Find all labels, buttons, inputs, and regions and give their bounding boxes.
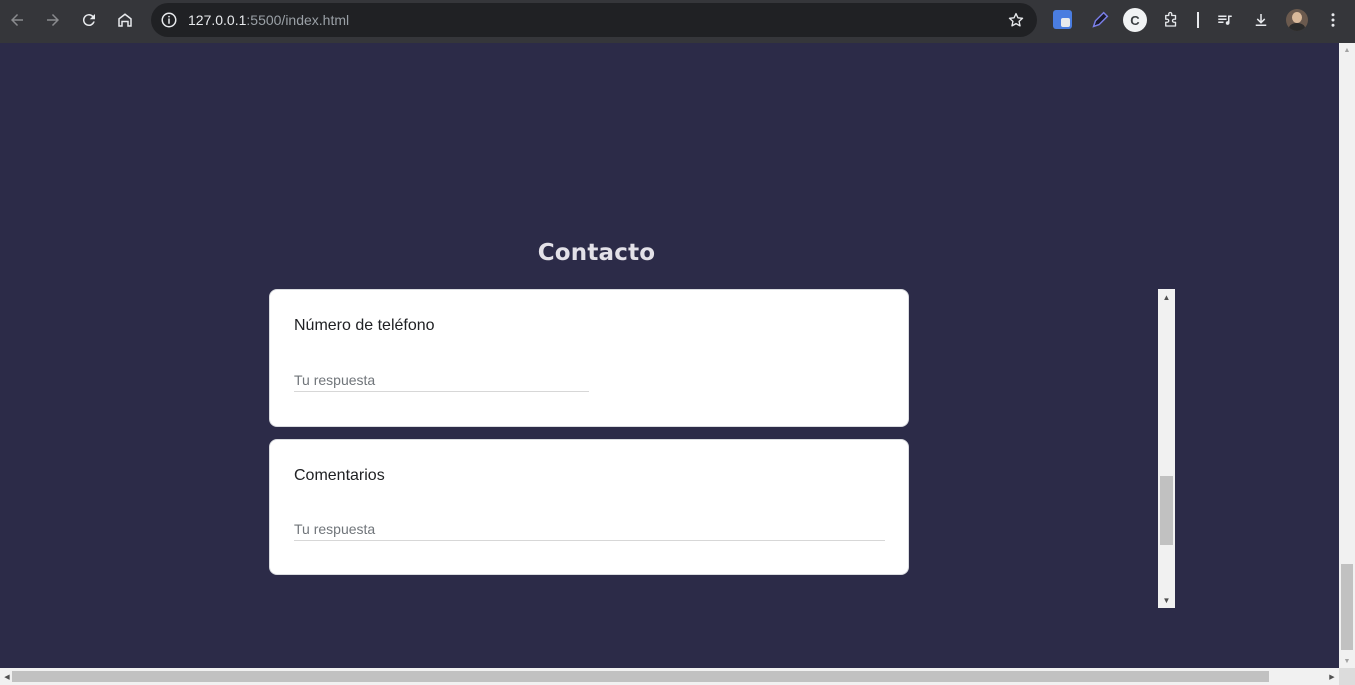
- page-horizontal-scrollbar[interactable]: ◀ ▶: [0, 668, 1339, 685]
- comments-input[interactable]: [294, 517, 885, 541]
- info-icon[interactable]: [160, 11, 178, 29]
- menu-button[interactable]: [1321, 8, 1345, 32]
- page-title: Contacto: [537, 240, 656, 266]
- scrollbar-thumb[interactable]: [1341, 564, 1353, 650]
- arrow-left-icon: [11, 14, 23, 26]
- pen-icon: [1092, 11, 1109, 28]
- star-icon[interactable]: [1007, 11, 1025, 29]
- url-text[interactable]: 127.0.0.1:5500/index.html: [188, 12, 349, 28]
- downloads-button[interactable]: [1249, 8, 1273, 32]
- form-scrollbar[interactable]: ▲ ▼: [1158, 289, 1175, 608]
- browser-toolbar: 127.0.0.1:5500/index.html C: [0, 0, 1355, 40]
- page-content: Contacto Número de teléfono Comentarios …: [0, 43, 1339, 668]
- scroll-down-icon[interactable]: ▼: [1158, 592, 1175, 608]
- playlist-icon: [1218, 15, 1232, 25]
- phone-input[interactable]: [294, 368, 589, 392]
- reload-button[interactable]: [77, 8, 101, 32]
- home-button[interactable]: [113, 8, 137, 32]
- forward-button[interactable]: [41, 8, 65, 32]
- question-label: Comentarios: [294, 467, 385, 484]
- question-card-phone: Número de teléfono: [269, 289, 909, 427]
- puzzle-icon: [1165, 11, 1177, 27]
- eyedropper-button[interactable]: [1089, 9, 1111, 36]
- page-vertical-scrollbar[interactable]: ▲ ▼: [1339, 43, 1355, 668]
- home-icon: [118, 13, 132, 27]
- arrow-right-icon: [47, 14, 59, 26]
- url-path: :5500/index.html: [246, 12, 350, 28]
- scroll-down-icon[interactable]: ▼: [1339, 654, 1355, 668]
- scrollbar-corner: [1339, 668, 1355, 685]
- address-bar[interactable]: 127.0.0.1:5500/index.html: [151, 3, 1037, 37]
- scroll-up-icon[interactable]: ▲: [1158, 289, 1175, 305]
- translate-icon[interactable]: [1053, 10, 1072, 29]
- avatar[interactable]: [1286, 9, 1308, 31]
- media-button[interactable]: [1213, 8, 1237, 32]
- question-label: Número de teléfono: [294, 317, 435, 334]
- reload-icon: [82, 14, 95, 27]
- toolbar-separator: [1197, 12, 1199, 28]
- question-card-comments: Comentarios: [269, 439, 909, 575]
- scrollbar-thumb[interactable]: [12, 671, 1269, 682]
- back-button[interactable]: [5, 8, 29, 32]
- scroll-up-icon[interactable]: ▲: [1339, 43, 1355, 57]
- more-vert-icon: [1331, 13, 1335, 27]
- scroll-right-icon[interactable]: ▶: [1325, 668, 1339, 685]
- url-host: 127.0.0.1: [188, 12, 247, 28]
- scrollbar-thumb[interactable]: [1160, 476, 1173, 545]
- extensions-button[interactable]: [1159, 8, 1183, 32]
- download-icon: [1255, 14, 1267, 26]
- extension-c-button[interactable]: C: [1123, 8, 1147, 32]
